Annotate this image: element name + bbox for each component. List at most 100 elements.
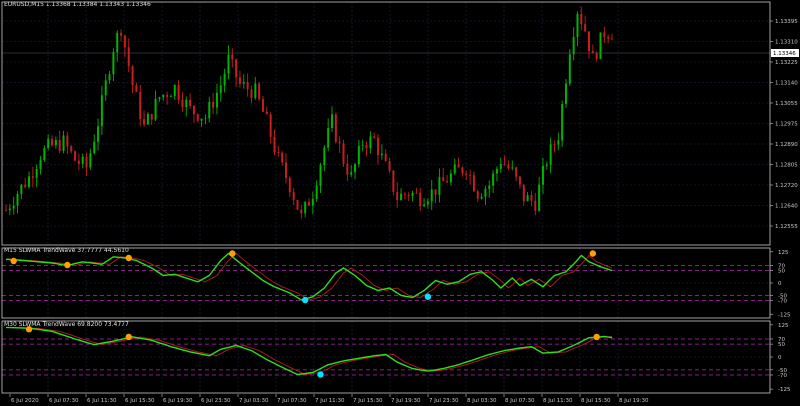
candle-body xyxy=(8,208,11,211)
trading-chart[interactable]: 6 Jul 2020 6 Jul 07:30 6 Jul 11:30 6 Jul 15… xyxy=(0,0,800,406)
candle-body xyxy=(304,202,307,214)
time-axis-label: 6 Jul 2020 xyxy=(11,398,39,404)
indicator-axis-label: 50 xyxy=(778,342,785,348)
candle-body xyxy=(169,96,172,97)
candle-body xyxy=(396,191,399,201)
candle-body xyxy=(158,97,161,99)
candle-body xyxy=(173,85,176,97)
indicator-axis-label: -125 xyxy=(778,312,791,318)
candle-body xyxy=(350,172,353,175)
candle-body xyxy=(354,164,357,173)
candle-body xyxy=(177,85,180,100)
candle-body xyxy=(430,189,433,202)
candle-body xyxy=(308,202,310,206)
candle-body xyxy=(541,165,544,185)
candle-body xyxy=(587,31,590,52)
candle-body xyxy=(254,83,257,99)
candle-body xyxy=(74,151,77,161)
time-axis-label: 8 Jul 15:30 xyxy=(581,398,611,404)
candle-body xyxy=(315,185,318,199)
candle-body xyxy=(334,114,337,143)
candle-body xyxy=(281,152,284,163)
indicator-axis-label: -125 xyxy=(778,387,791,393)
candle-body xyxy=(123,35,126,48)
candle-body xyxy=(231,54,234,60)
candle-body xyxy=(81,156,84,164)
candle-body xyxy=(120,32,123,36)
candle-body xyxy=(327,127,330,148)
candle-body xyxy=(522,184,525,202)
candle-body xyxy=(311,198,314,206)
candle-body xyxy=(139,91,142,120)
candle-body xyxy=(449,173,452,183)
candle-body xyxy=(557,140,560,145)
candle-body xyxy=(235,59,238,78)
candle-body xyxy=(131,66,134,86)
candle-body xyxy=(331,114,334,128)
candle-body xyxy=(561,103,564,141)
candle-body xyxy=(189,99,192,106)
candle-body xyxy=(100,95,103,127)
indicator-axis-label: -70 xyxy=(778,299,787,305)
candle-body xyxy=(442,177,445,182)
candle-body xyxy=(89,153,92,168)
candle-body xyxy=(12,205,15,209)
candle-body xyxy=(380,153,383,156)
candle-body xyxy=(438,177,441,195)
candle-body xyxy=(484,188,487,197)
candle-body xyxy=(538,184,541,211)
candle-body xyxy=(384,153,387,161)
candle-body xyxy=(166,94,169,97)
candle-body xyxy=(369,136,372,149)
candle-body xyxy=(534,200,537,211)
candle-body xyxy=(300,209,303,214)
candle-body xyxy=(545,164,548,166)
candle-body xyxy=(5,209,7,211)
price-axis-label: 1.13140 xyxy=(775,81,798,87)
candle-body xyxy=(518,176,521,185)
candle-body xyxy=(16,193,19,206)
candle-body xyxy=(192,105,195,115)
candle-body xyxy=(472,175,475,192)
oversold-dot xyxy=(301,296,309,304)
overbought-dot xyxy=(10,257,17,265)
time-axis-label: 7 Jul 19:30 xyxy=(391,398,421,404)
price-axis-label: 1.12805 xyxy=(775,163,798,169)
candle-body xyxy=(457,164,460,168)
candle-body xyxy=(227,54,230,74)
candle-body xyxy=(223,73,226,86)
candle-body xyxy=(288,177,291,193)
candle-body xyxy=(465,173,468,176)
candle-body xyxy=(273,136,276,152)
candle-body xyxy=(511,167,514,169)
candle-body xyxy=(24,184,27,188)
candle-body xyxy=(434,189,437,195)
candle-body xyxy=(127,47,130,67)
candle-body xyxy=(284,162,287,178)
time-axis-label: 6 Jul 23:30 xyxy=(201,398,231,404)
candle-body xyxy=(392,170,395,192)
candle-body xyxy=(39,160,42,169)
time-axis-label: 8 Jul 19:30 xyxy=(619,398,649,404)
candle-body xyxy=(407,194,410,196)
overbought-dot xyxy=(25,326,33,333)
indicator-axis-label: 125 xyxy=(778,250,789,256)
candle-body xyxy=(415,192,418,194)
time-axis-label: 6 Jul 11:30 xyxy=(87,398,117,404)
candle-body xyxy=(446,181,449,183)
candle-body xyxy=(51,138,54,146)
trendwave-line xyxy=(5,252,613,301)
candle-body xyxy=(603,32,606,37)
candle-body xyxy=(238,77,241,84)
candle-body xyxy=(154,98,157,120)
candle-body xyxy=(181,99,184,108)
candle-body xyxy=(377,137,380,156)
overbought-dot xyxy=(64,261,71,269)
oversold-dot xyxy=(424,293,432,300)
candle-body xyxy=(503,164,506,165)
overbought-dot xyxy=(589,250,597,257)
candle-body xyxy=(62,135,65,151)
candle-body xyxy=(323,147,326,166)
candle-body xyxy=(499,164,502,169)
candle-body xyxy=(568,54,571,84)
